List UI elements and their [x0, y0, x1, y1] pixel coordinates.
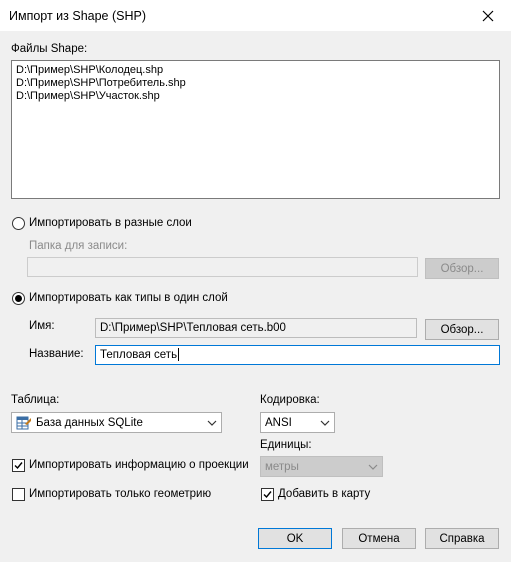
geometry-only-checkbox[interactable] [12, 488, 25, 501]
database-icon [16, 416, 31, 429]
files-list[interactable]: D:\Пример\SHP\Колодец.shp D:\Пример\SHP\… [11, 60, 500, 199]
list-item[interactable]: D:\Пример\SHP\Потребитель.shp [16, 77, 495, 90]
separate-layers-radio[interactable] [12, 217, 25, 230]
name-browse-button[interactable]: Обзор... [425, 319, 499, 340]
table-select-value: База данных SQLite [36, 416, 143, 429]
table-select[interactable]: База данных SQLite [11, 412, 222, 433]
folder-field [27, 257, 418, 277]
geometry-only-label[interactable]: Импортировать только геометрию [29, 488, 211, 500]
folder-browse-button: Обзор... [425, 258, 499, 279]
units-select: метры [260, 456, 383, 477]
close-icon [482, 10, 494, 21]
chevron-down-icon [368, 464, 378, 470]
files-label: Файлы Shape: [11, 43, 88, 55]
table-label: Таблица: [11, 394, 60, 406]
units-select-value: метры [265, 460, 299, 473]
title-input-value: Тепловая сеть [100, 349, 178, 361]
help-button[interactable]: Справка [425, 528, 499, 549]
import-projection-label[interactable]: Импортировать информацию о проекции [29, 459, 249, 471]
encoding-select[interactable]: ANSI [260, 412, 335, 433]
single-layer-radio[interactable] [12, 292, 25, 305]
add-to-map-label[interactable]: Добавить в карту [278, 488, 370, 500]
encoding-label: Кодировка: [260, 394, 320, 406]
cancel-button[interactable]: Отмена [342, 528, 416, 549]
import-projection-checkbox[interactable] [12, 459, 25, 472]
title-input[interactable]: Тепловая сеть [95, 345, 500, 365]
title-label: Название: [29, 348, 84, 360]
add-to-map-checkbox[interactable] [261, 488, 274, 501]
list-item[interactable]: D:\Пример\SHP\Колодец.shp [16, 64, 495, 77]
single-layer-label[interactable]: Импортировать как типы в один слой [29, 292, 228, 304]
checkmark-icon [263, 491, 272, 499]
chevron-down-icon [207, 420, 217, 426]
units-label: Единицы: [260, 439, 312, 451]
close-button[interactable] [465, 0, 511, 31]
name-field: D:\Пример\SHP\Тепловая сеть.b00 [95, 318, 417, 338]
separate-layers-label[interactable]: Импортировать в разные слои [29, 217, 192, 229]
list-item[interactable]: D:\Пример\SHP\Участок.shp [16, 90, 495, 103]
ok-button[interactable]: OK [258, 528, 332, 549]
folder-label: Папка для записи: [29, 240, 128, 252]
title-bar: Импорт из Shape (SHP) [0, 0, 511, 31]
checkmark-icon [14, 462, 23, 470]
encoding-select-value: ANSI [265, 416, 292, 429]
text-cursor [178, 348, 180, 362]
chevron-down-icon [320, 420, 330, 426]
name-label: Имя: [29, 320, 55, 332]
window-title: Импорт из Shape (SHP) [9, 9, 147, 23]
